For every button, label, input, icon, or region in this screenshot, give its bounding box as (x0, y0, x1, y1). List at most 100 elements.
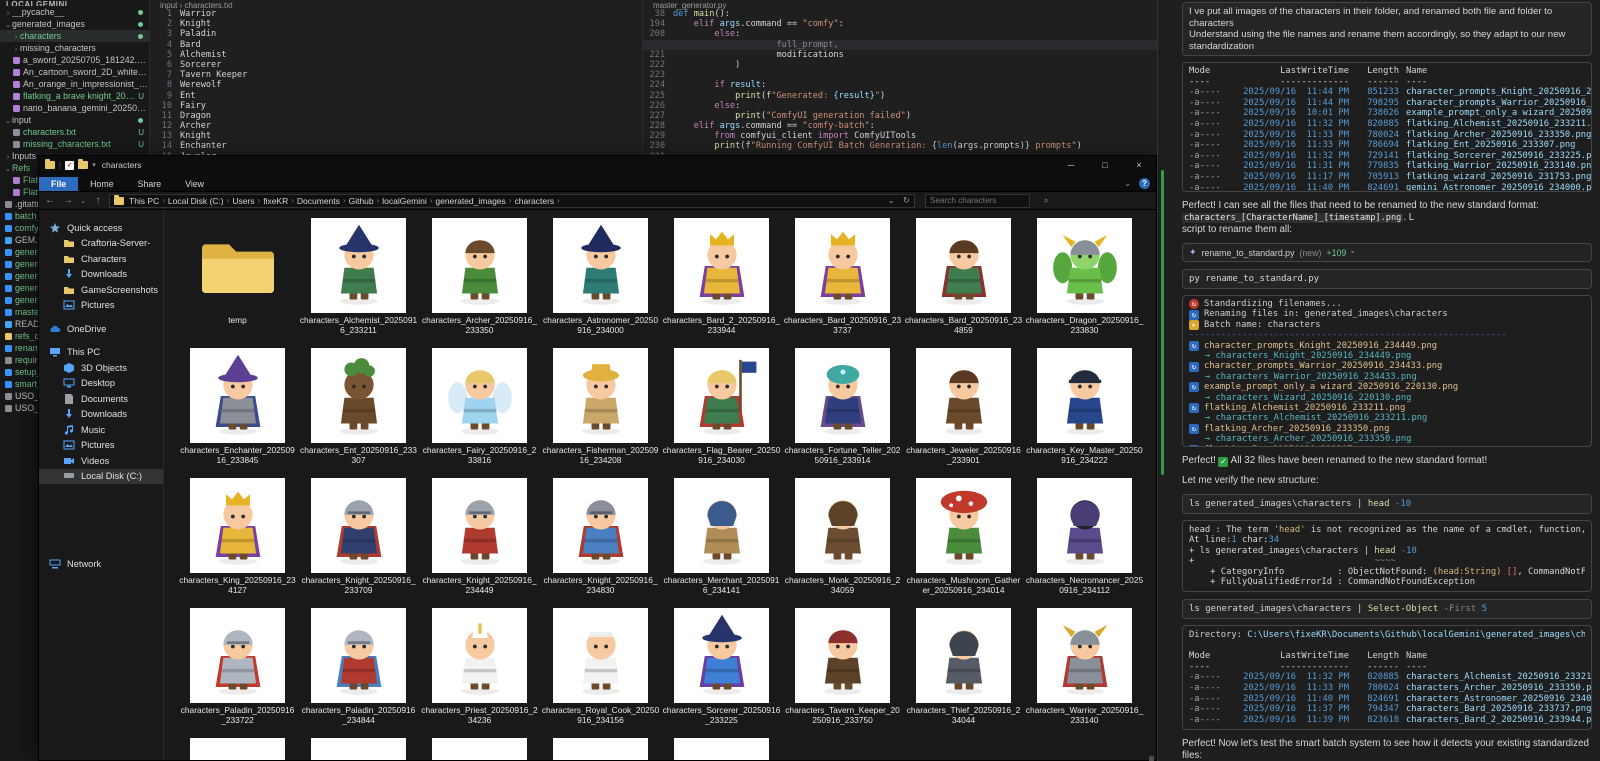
grid-item[interactable]: characters_Astronomer_20250916_234000 (540, 218, 661, 348)
ribbon-tab-view[interactable]: View (173, 177, 216, 191)
grid-item[interactable]: characters_Jeweler_20250916_233901 (903, 348, 1024, 478)
close-button[interactable]: × (1122, 156, 1156, 174)
explorer-scrollbar[interactable] (1147, 210, 1154, 761)
grid-item[interactable]: characters_Mushroom_Gatherer_20250916_23… (903, 478, 1024, 608)
grid-item[interactable] (661, 738, 782, 760)
sidebar-item-quick-access[interactable]: Quick access (39, 220, 163, 236)
maximize-button[interactable]: □ (1088, 156, 1122, 174)
grid-item[interactable]: characters_Merchant_20250916_234141 (661, 478, 782, 608)
grid-item[interactable]: characters_Tavern_Keeper_20250916_233750 (782, 608, 903, 738)
tree-item[interactable]: a_sword_20250705_181242.png (0, 54, 149, 66)
ribbon-tab-home[interactable]: Home (78, 177, 125, 191)
sidebar-item-gamescreenshots[interactable]: GameScreenshots (39, 282, 163, 298)
editor-master-generator-py[interactable]: master_generator.py 38 def main(): 194 eli… (643, 0, 1157, 155)
grid-item[interactable]: characters_King_20250916_234127 (177, 478, 298, 608)
minimize-button[interactable]: ─ (1054, 156, 1088, 174)
tree-item[interactable]: An_cartoon_sword_2D_white_20250905_... (0, 66, 149, 78)
grid-item[interactable]: characters_Alchemist_20250916_233211 (298, 218, 419, 348)
back-button[interactable]: ← (43, 195, 57, 206)
grid-item[interactable]: characters_Knight_20250916_234830 (540, 478, 661, 608)
grid-item[interactable]: characters_Thief_20250916_234044 (903, 608, 1024, 738)
sidebar-item-pictures[interactable]: Pictures (39, 298, 163, 314)
grid-item[interactable]: characters_Knight_20250916_233709 (298, 478, 419, 608)
sidebar-item-music[interactable]: Music (39, 422, 163, 438)
file-change-chip[interactable]: ✦ rename_to_standard.py (new) +109 ▪ (1182, 243, 1592, 262)
sidebar-item-downloads[interactable]: Downloads (39, 407, 163, 423)
grid-item[interactable]: characters_Paladin_20250916_234844 (298, 608, 419, 738)
sidebar-item-craftoria-server-[interactable]: Craftoria-Server- (39, 236, 163, 252)
forward-button[interactable]: → (61, 195, 75, 206)
grid-item[interactable]: characters_Flag_Bearer_20250916_234030 (661, 348, 782, 478)
ribbon-tab-file[interactable]: File (39, 177, 79, 191)
tree-item[interactable]: missing_characters.txt U (0, 138, 149, 150)
sidebar-item-pictures[interactable]: Pictures (39, 438, 163, 454)
grid-item[interactable]: characters_Sorcerer_20250916_233225 (661, 608, 782, 738)
breadcrumb-segment[interactable]: generated_images (432, 196, 508, 206)
breadcrumb-segment[interactable]: This PC (126, 196, 162, 206)
grid-item[interactable] (419, 738, 540, 760)
grid-item[interactable]: characters_Paladin_20250916_233722 (177, 608, 298, 738)
tree-item[interactable]: An_orange_in_impressionist_style_20250..… (0, 78, 149, 90)
grid-item[interactable]: characters_Bard_20250916_233737 (782, 218, 903, 348)
tree-item[interactable]: nano_banana_gemini_20250904_181256... (0, 102, 149, 114)
ribbon-tab-share[interactable]: Share (126, 177, 173, 191)
tree-item[interactable]: characters.txt U (0, 126, 149, 138)
sidebar-item-documents[interactable]: Documents (39, 391, 163, 407)
tree-item[interactable]: flatking_a brave knight_20250916_2...U (0, 90, 149, 102)
grid-item[interactable] (298, 738, 419, 760)
grid-item[interactable]: characters_Fisherman_20250916_234208 (540, 348, 661, 478)
sidebar-item-local-disk-c-[interactable]: Local Disk (C:) (39, 468, 163, 484)
recent-locations-chevron-icon[interactable]: ⌄ (79, 197, 87, 205)
grid-item[interactable]: characters_Monk_20250916_234059 (782, 478, 903, 608)
grid-item[interactable]: characters_Royal_Cook_20250916_234156 (540, 608, 661, 738)
ribbon-collapse-chevron-icon[interactable]: ⌄ (1124, 179, 1131, 188)
sidebar-item-characters[interactable]: Characters (39, 251, 163, 267)
grid-item[interactable]: characters_Bard_2_20250916_233944 (661, 218, 782, 348)
tree-item[interactable]: › missing_characters (0, 42, 149, 54)
tree-item[interactable]: ⌄ input (0, 114, 149, 126)
sidebar-item-3d-objects[interactable]: 3D Objects (39, 360, 163, 376)
grid-item[interactable]: characters_Fortune_Teller_20250916_23391… (782, 348, 903, 478)
search-input[interactable] (926, 196, 1044, 205)
sidebar-item-network[interactable]: Network (39, 556, 163, 572)
sidebar-item-downloads[interactable]: Downloads (39, 267, 163, 283)
address-dropdown-chevron-icon[interactable]: ⌄ (888, 195, 895, 206)
properties-check-icon[interactable]: ✓ (65, 160, 75, 170)
address-bar[interactable]: This PC › Local Disk (C:) › Users › fixeKR › Doc… (109, 193, 915, 208)
breadcrumb-segment[interactable]: characters (511, 196, 557, 206)
breadcrumb-segment[interactable]: Github (346, 196, 377, 206)
grid-item[interactable]: characters_Bard_20250916_234859 (903, 218, 1024, 348)
breadcrumb-segment[interactable]: Documents (294, 196, 343, 206)
qat-customize-chevron-icon[interactable]: ▾ (92, 161, 96, 169)
grid-item[interactable]: characters_Key_Master_20250916_234222 (1024, 348, 1145, 478)
grid-item[interactable] (177, 738, 298, 760)
refresh-icon[interactable]: ↻ (903, 195, 910, 206)
tree-item[interactable]: ⌄ generated_images (0, 18, 149, 30)
grid-item[interactable]: characters_Archer_20250916_233350 (419, 218, 540, 348)
editor-characters-txt[interactable]: input › characters.txt 1 Warrior 2 Knight 3 P… (150, 0, 643, 155)
grid-item[interactable] (540, 738, 661, 760)
grid-item[interactable]: characters_Fairy_20250916_233816 (419, 348, 540, 478)
breadcrumb-segment[interactable]: localGemini (379, 196, 429, 206)
grid-item[interactable]: characters_Knight_20250916_234449 (419, 478, 540, 608)
search-box[interactable]: ⌕ (925, 193, 1048, 208)
grid-item[interactable]: characters_Dragon_20250916_233830 (1024, 218, 1145, 348)
grid-item[interactable]: characters_Priest_20250916_234236 (419, 608, 540, 738)
sidebar-item-desktop[interactable]: Desktop (39, 376, 163, 392)
sidebar-item-videos[interactable]: Videos (39, 453, 163, 469)
grid-item[interactable]: characters_Warrior_20250916_233140 (1024, 608, 1145, 738)
breadcrumb-segment[interactable]: Local Disk (C:) (165, 196, 227, 206)
tree-item[interactable]: › characters (0, 30, 149, 42)
grid-item[interactable]: characters_Necromancer_20250916_234112 (1024, 478, 1145, 608)
breadcrumb-segment[interactable]: fixeKR (260, 196, 291, 206)
breadcrumb-segment[interactable]: Users (229, 196, 257, 206)
tree-item[interactable]: › __pycache__ (0, 6, 149, 18)
grid-item[interactable]: characters_Enchanter_20250916_233845 (177, 348, 298, 478)
grid-item[interactable]: temp (177, 218, 298, 348)
sidebar-item-this-pc[interactable]: This PC (39, 345, 163, 361)
sidebar-item-onedrive[interactable]: OneDrive (39, 321, 163, 337)
help-icon[interactable]: ? (1139, 178, 1150, 189)
up-button[interactable]: ↑ (91, 195, 105, 206)
grid-item[interactable]: characters_Ent_20250916_233307 (298, 348, 419, 478)
new-folder-icon[interactable] (78, 159, 89, 169)
